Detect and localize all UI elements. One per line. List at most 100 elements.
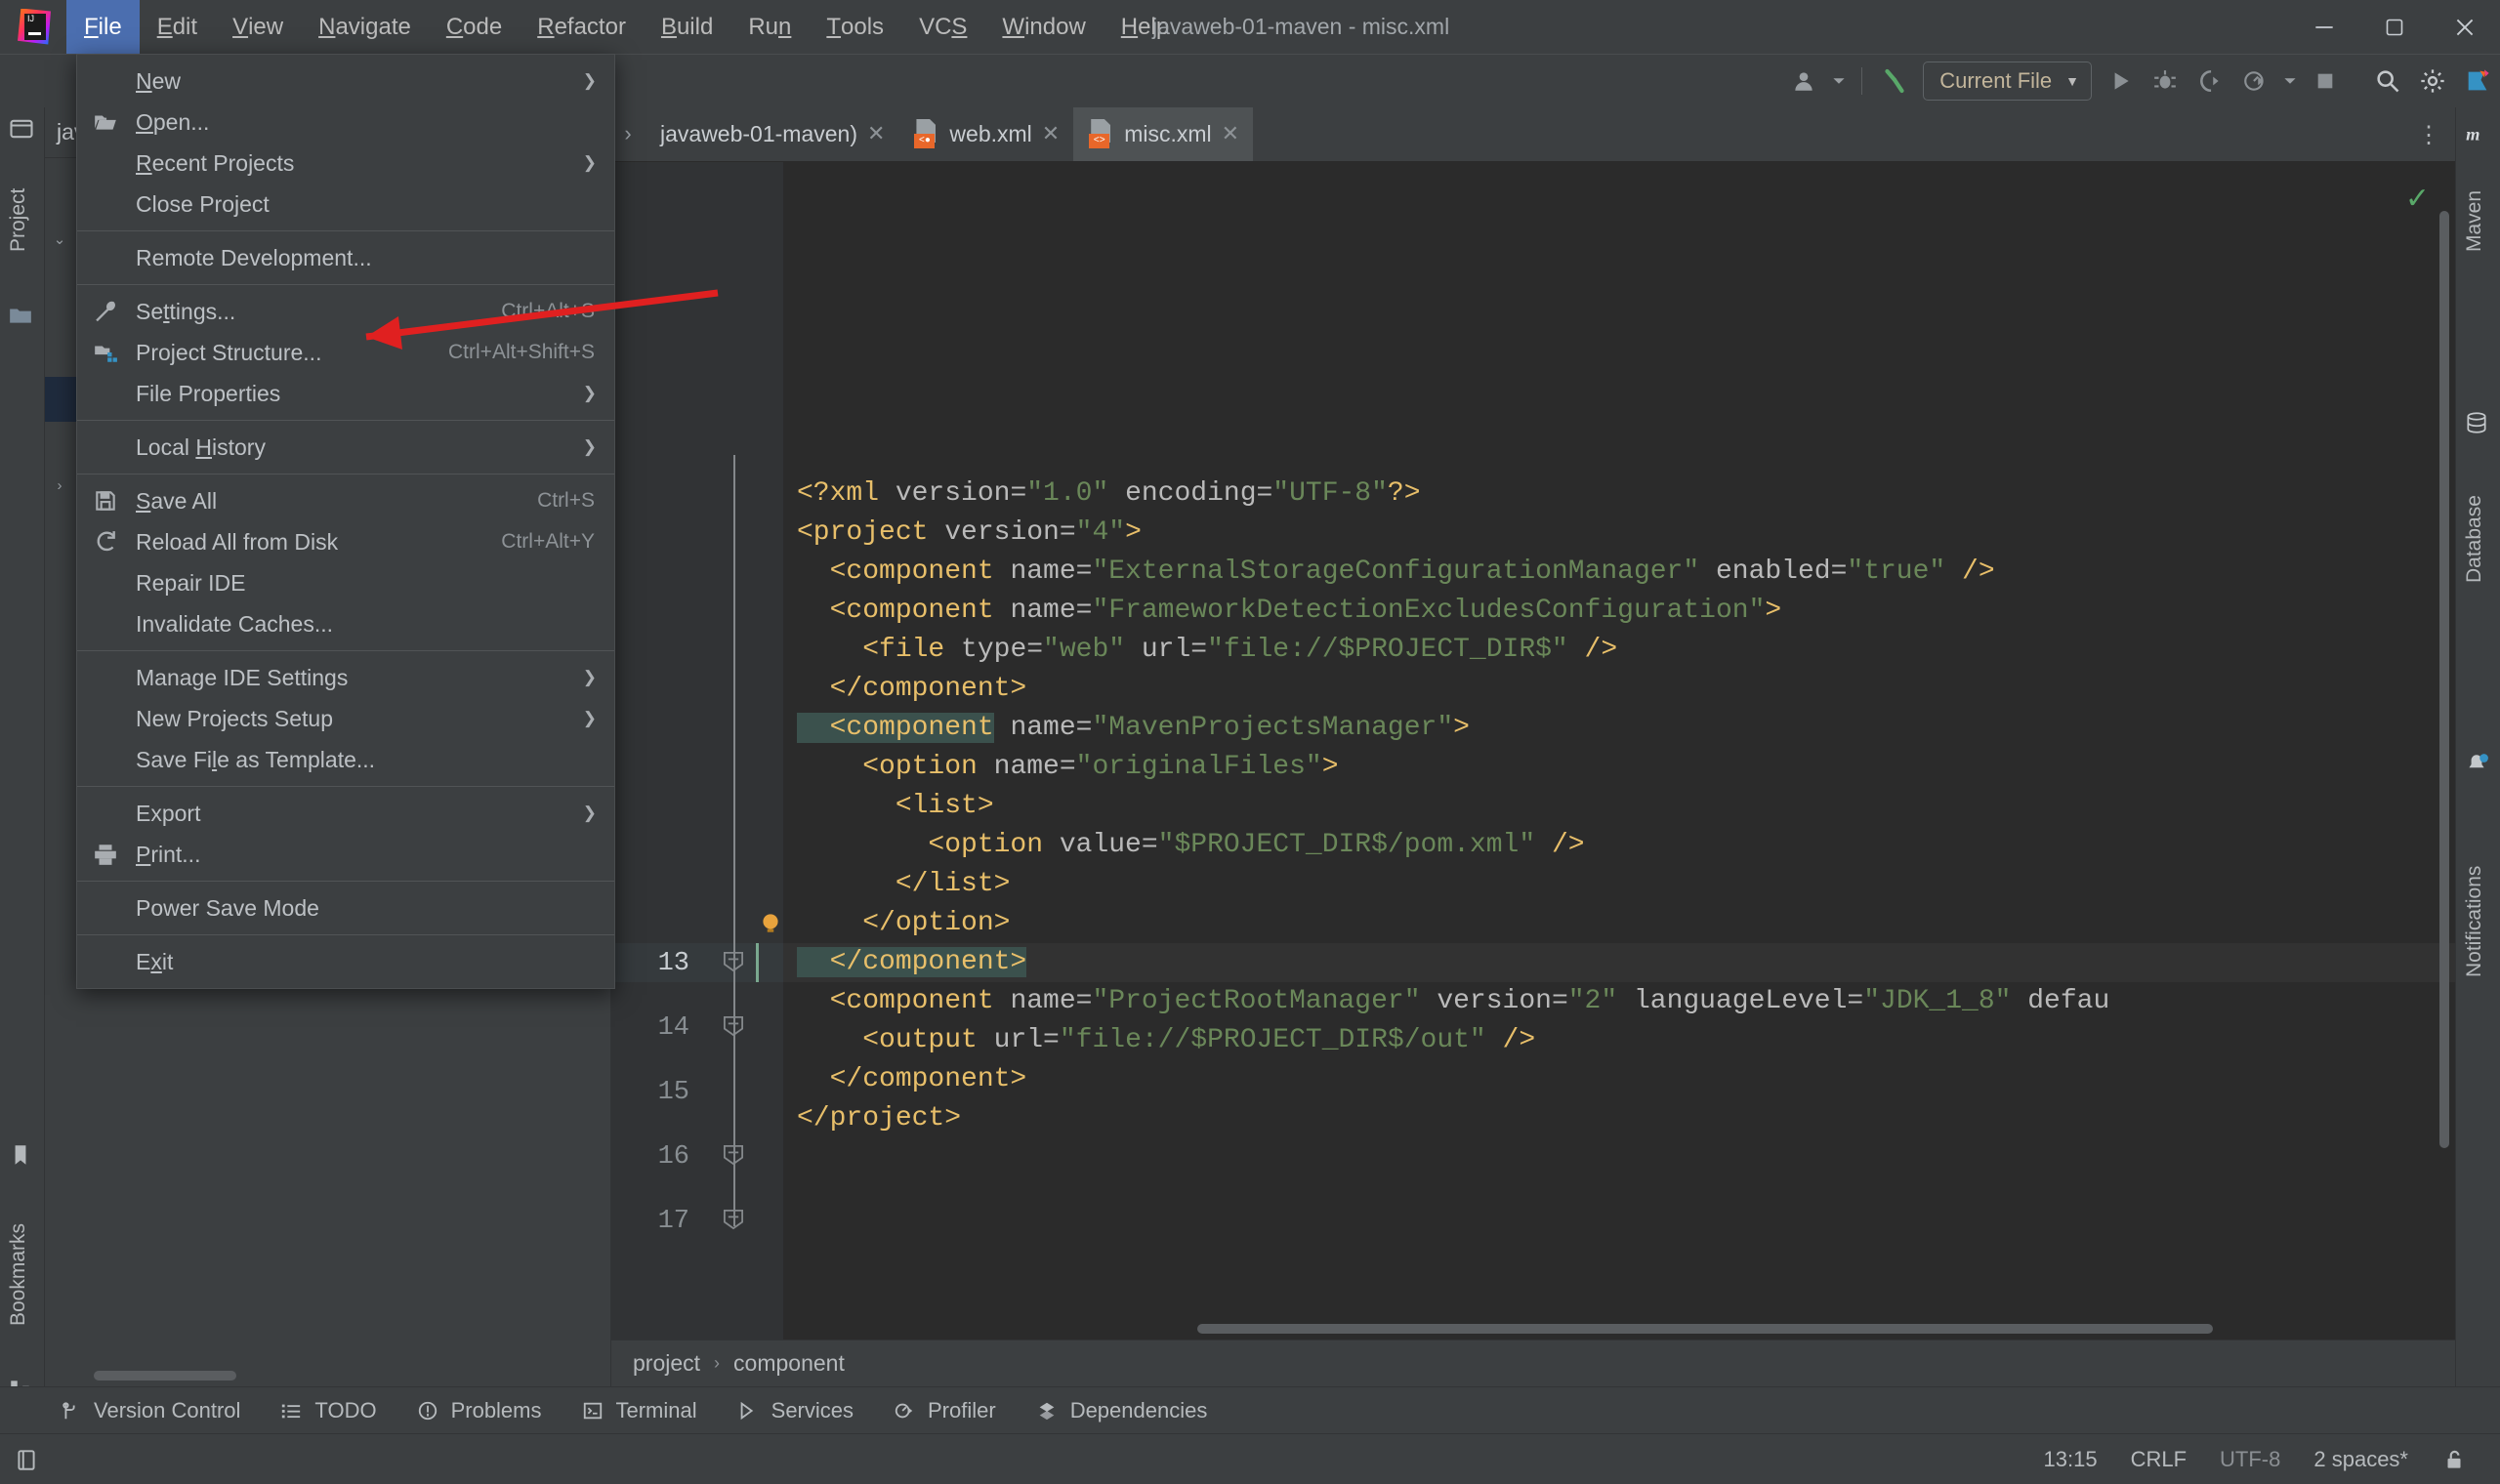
folder-icon[interactable] bbox=[8, 303, 35, 330]
code-line-6[interactable]: </component> bbox=[783, 670, 2455, 709]
settings-gear-icon[interactable] bbox=[2410, 59, 2455, 103]
menu-item-invalidate-caches[interactable]: Invalidate Caches... bbox=[77, 603, 614, 644]
menubar-item-vcs[interactable]: VC S bbox=[901, 0, 984, 54]
tool-window-dependencies[interactable]: Dependencies bbox=[1035, 1398, 1207, 1423]
debug-icon[interactable] bbox=[2143, 59, 2188, 103]
menu-item-open[interactable]: Open... bbox=[77, 102, 614, 143]
ide-updates-icon[interactable] bbox=[2455, 59, 2500, 103]
menubar-item-edit[interactable]: Edit bbox=[140, 0, 215, 54]
menu-item-save-all[interactable]: Save All Ctrl+S bbox=[77, 480, 614, 521]
tabs-scroll-left-icon[interactable]: › bbox=[611, 106, 645, 161]
editor-tab-misc-xml[interactable]: <> misc.xml ✕ bbox=[1073, 106, 1254, 161]
menu-item-new[interactable]: New ❯ bbox=[77, 61, 614, 102]
sidebar-item-project[interactable]: Project bbox=[0, 146, 41, 293]
menubar-item-window[interactable]: Window bbox=[984, 0, 1103, 54]
run-configuration-selector[interactable]: Current File ▼ bbox=[1923, 62, 2092, 101]
close-icon[interactable]: ✕ bbox=[1222, 121, 1239, 146]
fold-marker-icon[interactable] bbox=[721, 949, 750, 974]
profiler-icon[interactable] bbox=[2232, 59, 2277, 103]
account-dropdown-icon[interactable] bbox=[1826, 59, 1852, 103]
right-tool-strip[interactable]: m Maven Database Notifications bbox=[2455, 107, 2500, 1386]
menu-item-power-save-mode[interactable]: Power Save Mode bbox=[77, 887, 614, 928]
fold-marker-icon[interactable] bbox=[721, 1142, 750, 1168]
close-window-button[interactable] bbox=[2430, 0, 2500, 54]
chevron-right-icon[interactable]: › bbox=[45, 477, 74, 494]
file-encoding[interactable]: UTF-8 bbox=[2220, 1447, 2280, 1472]
menu-item-repair-ide[interactable]: Repair IDE bbox=[77, 562, 614, 603]
code-line-8[interactable]: <option name="originalFiles"> bbox=[783, 748, 2455, 787]
code-line-17[interactable]: </project> bbox=[783, 1099, 2455, 1138]
editor-tab-web-xml[interactable]: <● web.xml ✕ bbox=[898, 106, 1073, 161]
file-menu-dropdown[interactable]: New ❯ Open... Recent Projects ❯ Close Project… bbox=[76, 54, 615, 989]
menu-item-new-projects-setup[interactable]: New Projects Setup ❯ bbox=[77, 698, 614, 739]
code-line-11[interactable]: </list> bbox=[783, 865, 2455, 904]
menubar-item-view[interactable]: View bbox=[215, 0, 301, 54]
menu-item-recent-projects[interactable]: Recent Projects ❯ bbox=[77, 143, 614, 184]
menubar-item-tools[interactable]: Tools bbox=[809, 0, 901, 54]
fold-marker-icon[interactable] bbox=[721, 1013, 750, 1039]
account-icon[interactable] bbox=[1781, 59, 1826, 103]
bell-icon[interactable] bbox=[2464, 752, 2491, 779]
code-editor[interactable]: 13 14 15 16 17 <?xml version="1.0" encod… bbox=[611, 162, 2455, 1340]
bookmarks-tool-icon[interactable] bbox=[8, 1142, 35, 1170]
menu-item-export[interactable]: Export ❯ bbox=[77, 793, 614, 834]
sidebar-item-database[interactable]: Database bbox=[2452, 441, 2497, 637]
run-icon[interactable] bbox=[2098, 59, 2143, 103]
code-text[interactable]: <?xml version="1.0" encoding="UTF-8"?> <p… bbox=[783, 474, 2455, 1340]
code-line-15[interactable]: <output url="file://$PROJECT_DIR$/out" /… bbox=[783, 1021, 2455, 1060]
sidebar-item-notifications[interactable]: Notifications bbox=[2452, 785, 2497, 1058]
tool-window-problems[interactable]: Problems bbox=[416, 1398, 542, 1423]
tool-window-version-control[interactable]: Version Control bbox=[59, 1398, 240, 1423]
left-tool-strip[interactable]: Project Bookmarks Structure bbox=[0, 107, 45, 1484]
code-line-9[interactable]: <list> bbox=[783, 787, 2455, 826]
profiler-dropdown-icon[interactable] bbox=[2277, 59, 2303, 103]
editor-hscrollbar[interactable] bbox=[1197, 1324, 2213, 1334]
code-line-16[interactable]: </component> bbox=[783, 1060, 2455, 1099]
build-hammer-icon[interactable] bbox=[1872, 59, 1917, 103]
unlocked-icon[interactable] bbox=[2441, 1447, 2467, 1472]
menu-item-project-structure[interactable]: Project Structure... Ctrl+Alt+Shift+S bbox=[77, 332, 614, 373]
tool-window-services[interactable]: Services bbox=[736, 1398, 854, 1423]
menu-item-settings[interactable]: Settings... Ctrl+Alt+S bbox=[77, 291, 614, 332]
stop-icon[interactable] bbox=[2303, 59, 2348, 103]
menu-item-save-file-as-template[interactable]: Save File as Template... bbox=[77, 739, 614, 780]
menu-item-remote-development[interactable]: Remote Development... bbox=[77, 237, 614, 278]
close-icon[interactable]: ✕ bbox=[867, 121, 885, 146]
intention-bulb-icon[interactable] bbox=[758, 910, 783, 935]
code-line-1[interactable]: <?xml version="1.0" encoding="UTF-8"?> bbox=[783, 474, 2455, 514]
close-icon[interactable]: ✕ bbox=[1042, 121, 1060, 146]
maven-icon[interactable]: m bbox=[2464, 121, 2491, 148]
menubar-item-build[interactable]: Build bbox=[644, 0, 730, 54]
tool-window-profiler[interactable]: Profiler bbox=[893, 1398, 996, 1423]
maximize-window-button[interactable] bbox=[2359, 0, 2430, 54]
menubar-item-navigate[interactable]: Navigate bbox=[301, 0, 429, 54]
breadcrumb-item-project[interactable]: project bbox=[633, 1350, 700, 1377]
tool-window-todo[interactable]: TODO bbox=[279, 1398, 377, 1423]
code-line-2[interactable]: <project version="4"> bbox=[783, 514, 2455, 553]
menu-item-manage-ide-settings[interactable]: Manage IDE Settings ❯ bbox=[77, 657, 614, 698]
tool-window-terminal[interactable]: Terminal bbox=[581, 1398, 697, 1423]
code-line-7[interactable]: <component name="MavenProjectsManager"> bbox=[783, 709, 2455, 748]
run-with-coverage-icon[interactable] bbox=[2188, 59, 2232, 103]
project-panel-hscrollbar[interactable] bbox=[94, 1371, 236, 1381]
menu-item-reload-all-from-disk[interactable]: Reload All from Disk Ctrl+Alt+Y bbox=[77, 521, 614, 562]
menubar-item-refactor[interactable]: Refactor bbox=[520, 0, 644, 54]
menu-item-close-project[interactable]: Close Project bbox=[77, 184, 614, 225]
editor-gutter[interactable]: 13 14 15 16 17 bbox=[611, 162, 783, 1340]
code-line-14[interactable]: <component name="ProjectRootManager" ver… bbox=[783, 982, 2455, 1021]
sidebar-item-bookmarks[interactable]: Bookmarks bbox=[0, 1181, 41, 1367]
menu-item-print[interactable]: Print... bbox=[77, 834, 614, 875]
search-everywhere-icon[interactable] bbox=[2365, 59, 2410, 103]
menu-item-exit[interactable]: Exit bbox=[77, 941, 614, 982]
app-layout-icon[interactable] bbox=[14, 1447, 39, 1472]
fold-marker-icon[interactable] bbox=[721, 1207, 750, 1232]
menubar-item-run[interactable]: Ru n bbox=[730, 0, 809, 54]
caret-position[interactable]: 13:15 bbox=[2044, 1447, 2098, 1472]
editor-vscrollbar[interactable] bbox=[2439, 211, 2449, 1148]
code-line-5[interactable]: <file type="web" url="file://$PROJECT_DI… bbox=[783, 631, 2455, 670]
code-line-13[interactable]: </component> bbox=[783, 943, 2455, 982]
menu-item-file-properties[interactable]: File Properties ❯ bbox=[77, 373, 614, 414]
indent-setting[interactable]: 2 spaces* bbox=[2313, 1447, 2408, 1472]
menubar-item-code[interactable]: Code bbox=[429, 0, 520, 54]
line-separator[interactable]: CRLF bbox=[2131, 1447, 2187, 1472]
